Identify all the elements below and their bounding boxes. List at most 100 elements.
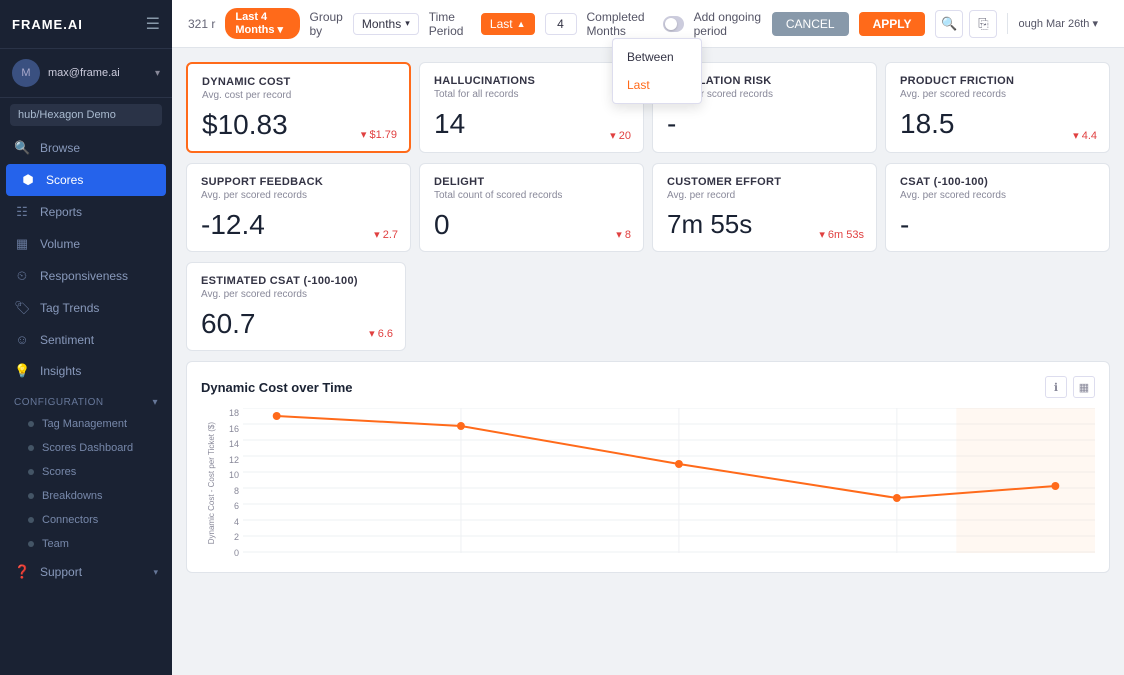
chart-header: Dynamic Cost over Time ℹ ▦ — [201, 376, 1095, 398]
card-hallucinations-title: HALLUCINATIONS — [434, 75, 629, 87]
chart-expand-button[interactable]: ▦ — [1073, 376, 1095, 398]
card-product-friction: PRODUCT FRICTION Avg. per scored records… — [885, 62, 1110, 153]
sub-dot-icon — [28, 421, 34, 427]
chart-dot-5 — [1051, 482, 1059, 490]
card-customer-effort-subtitle: Avg. per record — [667, 190, 862, 201]
responsiveness-icon: ⏲ — [14, 268, 30, 284]
card-estimated-csat-change: ▾ 6.6 — [369, 327, 393, 340]
sidebar-item-tag-trends[interactable]: 🏷 Tag Trends — [0, 292, 172, 324]
y-axis-label-container: Dynamic Cost - Cost per Ticket ($) — [201, 408, 221, 558]
card-delight-subtitle: Total count of scored records — [434, 190, 629, 201]
card-delight-change: ▾ 8 — [616, 228, 631, 241]
y-tick-0: 0 — [221, 548, 239, 558]
card-csat-subtitle: Avg. per scored records — [900, 190, 1095, 201]
browse-icon: 🔍 — [14, 140, 30, 156]
sidebar-item-scores-sub[interactable]: Scores — [0, 460, 172, 484]
card-hallucinations: HALLUCINATIONS Total for all records 14 … — [419, 62, 644, 153]
sidebar-item-team[interactable]: Team — [0, 532, 172, 556]
sidebar-item-reports[interactable]: ☷ Reports — [0, 196, 172, 228]
reports-icon: ☷ — [14, 204, 30, 220]
sidebar-item-support[interactable]: ❓ Support ▾ — [0, 556, 172, 588]
card-product-friction-value: 18.5 — [900, 108, 1095, 140]
sidebar-user[interactable]: M max@frame.ai ▾ — [0, 49, 172, 98]
chart-svg — [243, 408, 1095, 553]
card-support-feedback-change: ▾ 2.7 — [374, 228, 398, 241]
search-icon-button[interactable]: 🔍 — [935, 10, 963, 38]
card-dynamic-cost-title: DYNAMIC COST — [202, 76, 395, 88]
sidebar-item-browse-label: Browse — [40, 141, 80, 155]
dropdown-option-last[interactable]: Last — [613, 71, 701, 99]
card-escalation-risk-value: - — [667, 108, 862, 140]
date-range[interactable]: ough Mar 26th ▾ — [1007, 13, 1108, 34]
time-period-number[interactable] — [545, 13, 577, 35]
sidebar-item-insights[interactable]: 💡 Insights — [0, 355, 172, 387]
card-hallucinations-subtitle: Total for all records — [434, 89, 629, 100]
sidebar-item-browse[interactable]: 🔍 Browse — [0, 132, 172, 164]
card-support-feedback-subtitle: Avg. per scored records — [201, 190, 396, 201]
sidebar-item-support-label: Support — [40, 565, 82, 579]
cancel-button[interactable]: CANCEL — [772, 12, 849, 36]
sidebar-item-scores-dashboard[interactable]: Scores Dashboard — [0, 436, 172, 460]
sidebar-item-insights-label: Insights — [40, 364, 81, 378]
card-dynamic-cost: DYNAMIC COST Avg. cost per record $10.83… — [186, 62, 411, 153]
sub-dot-icon — [28, 445, 34, 451]
share-icon-button[interactable]: ⎘ — [969, 10, 997, 38]
y-tick-10: 10 — [221, 470, 239, 480]
sidebar-item-connectors[interactable]: Connectors — [0, 508, 172, 532]
chart-canvas-container — [243, 408, 1095, 558]
user-dropdown-icon: ▾ — [155, 68, 160, 79]
card-support-feedback: SUPPORT FEEDBACK Avg. per scored records… — [186, 163, 411, 252]
card-delight-title: DELIGHT — [434, 176, 629, 188]
sidebar-sub-tag-management: Tag Management — [42, 418, 127, 430]
card-product-friction-change: ▾ 4.4 — [1073, 129, 1097, 142]
toggle-knob — [665, 18, 677, 30]
user-email: max@frame.ai — [48, 67, 147, 79]
scores-icon: ⬢ — [20, 172, 36, 188]
sidebar: FRAME.AI ☰ M max@frame.ai ▾ hub/Hexagon … — [0, 0, 172, 675]
sidebar-menu-icon[interactable]: ☰ — [146, 14, 160, 34]
chart-title: Dynamic Cost over Time — [201, 380, 352, 395]
sub-dot-icon — [28, 541, 34, 547]
chart-section: Dynamic Cost over Time ℹ ▦ Dynamic Cost … — [186, 361, 1110, 573]
chart-dot-2 — [457, 422, 465, 430]
sidebar-item-volume[interactable]: ▦ Volume — [0, 228, 172, 260]
time-period-label: Time Period — [429, 10, 471, 38]
avatar: M — [12, 59, 40, 87]
card-dynamic-cost-subtitle: Avg. cost per record — [202, 90, 395, 101]
y-tick-12: 12 — [221, 455, 239, 465]
sub-dot-icon — [28, 469, 34, 475]
sidebar-sub-connectors: Connectors — [42, 514, 98, 526]
group-by-select[interactable]: Months ▾ — [353, 13, 419, 35]
sidebar-item-tag-management[interactable]: Tag Management — [0, 412, 172, 436]
time-period-select[interactable]: Last ▲ — [481, 13, 535, 35]
y-axis-label: Dynamic Cost - Cost per Ticket ($) — [207, 422, 216, 544]
card-support-feedback-value: -12.4 — [201, 209, 396, 241]
card-estimated-csat: ESTIMATED CSAT (-100-100) Avg. per score… — [186, 262, 406, 351]
filter-pill[interactable]: Last 4 Months ▾ — [225, 8, 299, 39]
sidebar-item-responsiveness[interactable]: ⏲ Responsiveness — [0, 260, 172, 292]
group-by-label: Group by — [310, 10, 343, 38]
y-tick-6: 6 — [221, 501, 239, 511]
sidebar-item-volume-label: Volume — [40, 237, 80, 251]
y-axis-ticks: 18 16 14 12 10 8 6 4 2 0 — [221, 408, 243, 558]
insights-icon: 💡 — [14, 363, 30, 379]
sidebar-sub-breakdowns: Breakdowns — [42, 490, 103, 502]
ongoing-period-toggle[interactable] — [663, 16, 684, 32]
apply-button[interactable]: APPLY — [859, 12, 926, 36]
sidebar-item-breakdowns[interactable]: Breakdowns — [0, 484, 172, 508]
chart-info-button[interactable]: ℹ — [1045, 376, 1067, 398]
sidebar-item-sentiment[interactable]: ☺ Sentiment — [0, 324, 172, 355]
filter-pill-label: Last 4 Months ▾ — [235, 11, 289, 36]
sidebar-sub-scores: Scores — [42, 466, 76, 478]
cards-row-2: SUPPORT FEEDBACK Avg. per scored records… — [186, 163, 1110, 252]
chart-actions: ℹ ▦ — [1045, 376, 1095, 398]
org-switcher[interactable]: hub/Hexagon Demo — [10, 104, 162, 126]
dropdown-option-between[interactable]: Between — [613, 43, 701, 71]
sidebar-nav: 🔍 Browse ⬢ Scores ☷ Reports ▦ Volume ⏲ R… — [0, 132, 172, 675]
tag-trends-icon: 🏷 — [14, 300, 30, 316]
support-icon: ❓ — [14, 564, 30, 580]
sidebar-item-scores-label: Scores — [46, 173, 83, 187]
completed-months-label: Completed Months — [587, 10, 653, 38]
sidebar-item-scores[interactable]: ⬢ Scores — [6, 164, 166, 196]
card-hallucinations-value: 14 — [434, 108, 629, 140]
